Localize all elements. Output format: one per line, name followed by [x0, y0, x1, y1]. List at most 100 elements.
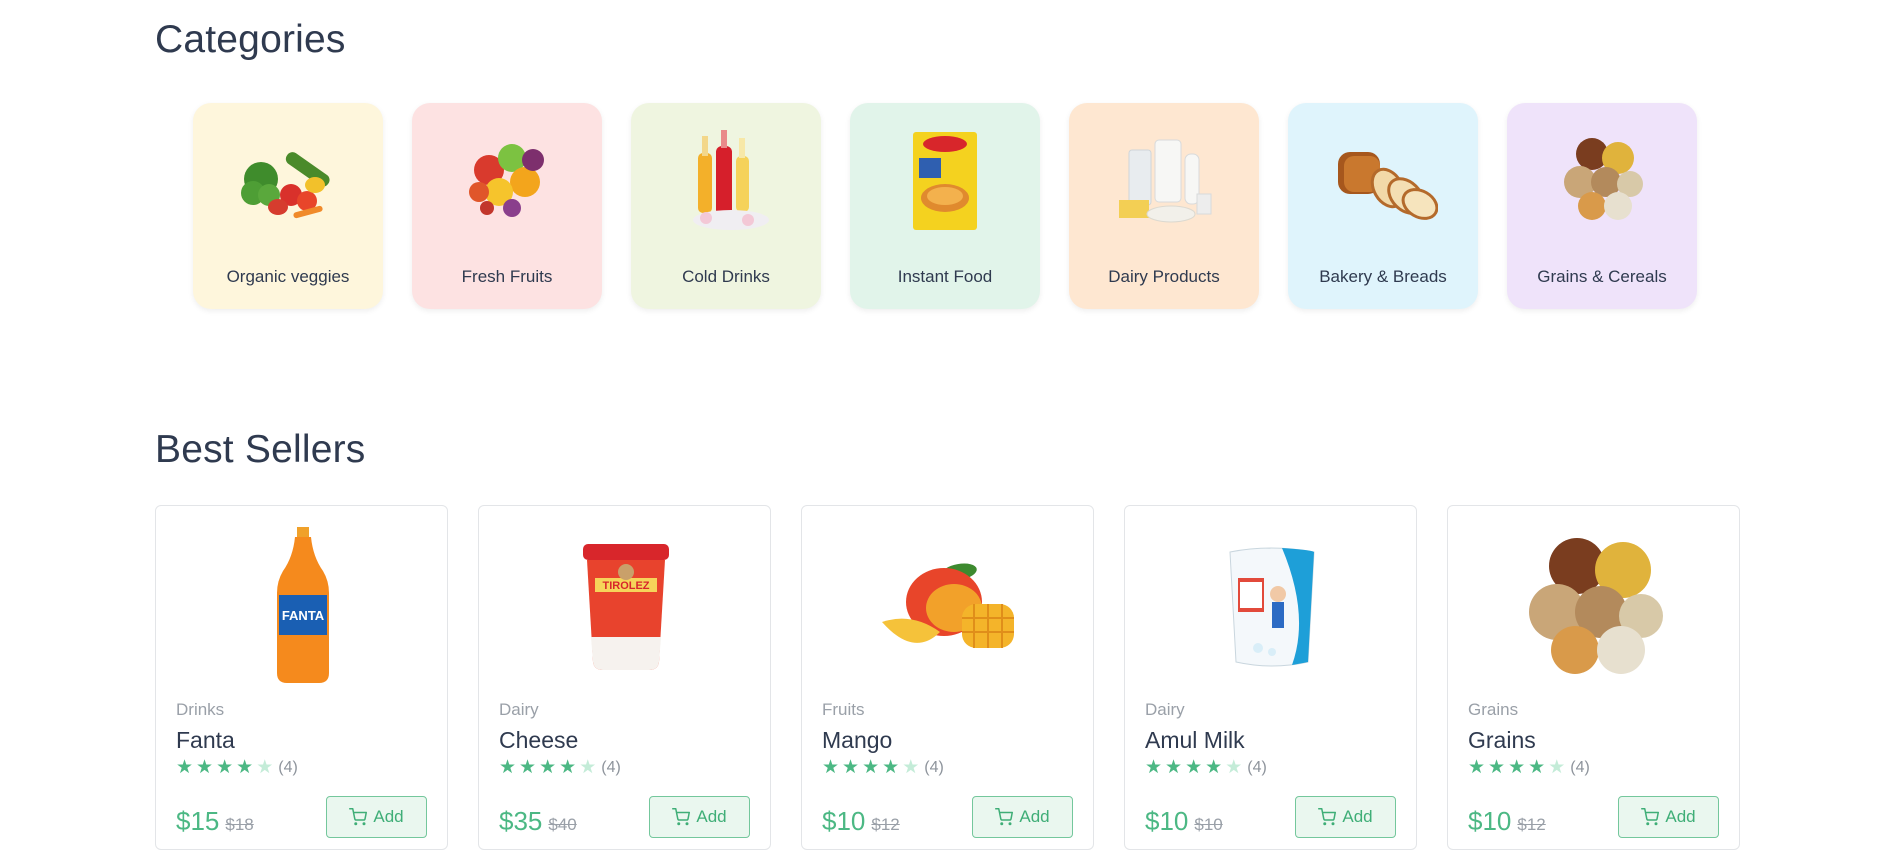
- current-price: $10: [1145, 806, 1189, 836]
- category-card-grains-cereals[interactable]: Grains & Cereals: [1507, 103, 1697, 309]
- category-label: Instant Food: [897, 267, 993, 286]
- product-card-cheese[interactable]: TIROLEZ Dairy Cheese ★ ★ ★ ★ ★ (4) $35 $40 A…: [478, 505, 771, 850]
- product-price: $15 $18: [176, 806, 254, 837]
- star-icon: ★: [842, 757, 860, 778]
- category-card-bakery-breads[interactable]: Bakery & Breads: [1288, 103, 1478, 309]
- category-card-instant-food[interactable]: Instant Food: [850, 103, 1040, 309]
- noodles-icon: [890, 129, 1000, 231]
- product-card-grains[interactable]: Grains Grains ★ ★ ★ ★ ★ (4) $10 $12 Add: [1447, 505, 1740, 850]
- grains-icon: [1547, 129, 1657, 231]
- svg-text:FANTA: FANTA: [281, 608, 324, 623]
- bread-icon: [1328, 129, 1438, 231]
- product-price: $10 $10: [1145, 806, 1223, 837]
- category-card-fresh-fruits[interactable]: Fresh Fruits: [412, 103, 602, 309]
- star-icon: ★: [1165, 757, 1183, 778]
- star-icon: ★: [559, 757, 577, 778]
- star-icon: ★: [1185, 757, 1203, 778]
- star-icon: ★: [1528, 757, 1546, 778]
- add-button-label: Add: [1342, 807, 1373, 826]
- category-card-organic-veggies[interactable]: Organic veggies: [193, 103, 383, 309]
- cart-icon: [672, 808, 691, 826]
- add-to-cart-button[interactable]: Add: [326, 796, 427, 838]
- original-price: $12: [871, 815, 900, 834]
- product-name[interactable]: Cheese: [499, 727, 578, 754]
- add-to-cart-button[interactable]: Add: [972, 796, 1073, 838]
- category-label: Organic veggies: [226, 267, 350, 286]
- product-card-mango[interactable]: Fruits Mango ★ ★ ★ ★ ★ (4) $10 $12 Add: [801, 505, 1094, 850]
- rating-count: (4): [924, 758, 944, 776]
- product-name[interactable]: Grains: [1468, 727, 1536, 754]
- add-button-label: Add: [1665, 807, 1696, 826]
- original-price: $10: [1194, 815, 1223, 834]
- star-icon: ★: [882, 757, 900, 778]
- best-sellers-list: FANTA Drinks Fanta ★ ★ ★ ★ ★ (4) $15 $18 Add: [155, 505, 1740, 850]
- original-price: $40: [548, 815, 577, 834]
- star-icon: ★: [1488, 757, 1506, 778]
- star-icon: ★: [579, 757, 597, 778]
- product-category: Grains: [1468, 700, 1519, 719]
- add-button-label: Add: [373, 807, 404, 826]
- add-to-cart-button[interactable]: Add: [1618, 796, 1719, 838]
- rating-count: (4): [278, 758, 298, 776]
- product-name[interactable]: Fanta: [176, 727, 235, 754]
- cart-icon: [1641, 808, 1660, 826]
- milk-pouch-image: [1190, 522, 1353, 692]
- category-card-dairy-products[interactable]: Dairy Products: [1069, 103, 1259, 309]
- current-price: $10: [1468, 806, 1512, 836]
- add-button-label: Add: [696, 807, 727, 826]
- fruits-icon: [452, 129, 562, 231]
- add-button-label: Add: [1019, 807, 1050, 826]
- category-label: Grains & Cereals: [1537, 267, 1667, 286]
- star-icon: ★: [236, 757, 254, 778]
- star-icon: ★: [256, 757, 274, 778]
- product-category: Dairy: [499, 700, 539, 719]
- rating-count: (4): [601, 758, 621, 776]
- current-price: $35: [499, 806, 543, 836]
- star-icon: ★: [862, 757, 880, 778]
- star-icon: ★: [822, 757, 840, 778]
- rating-count: (4): [1247, 758, 1267, 776]
- original-price: $12: [1517, 815, 1546, 834]
- product-rating: ★ ★ ★ ★ ★ (4): [822, 758, 944, 777]
- add-to-cart-button[interactable]: Add: [649, 796, 750, 838]
- current-price: $10: [822, 806, 866, 836]
- drinks-icon: [671, 129, 781, 231]
- best-sellers-title: Best Sellers: [155, 428, 366, 471]
- category-label: Fresh Fruits: [461, 267, 553, 286]
- cart-icon: [349, 808, 368, 826]
- category-card-cold-drinks[interactable]: Cold Drinks: [631, 103, 821, 309]
- star-icon: ★: [499, 757, 517, 778]
- product-card-amul-milk[interactable]: Dairy Amul Milk ★ ★ ★ ★ ★ (4) $10 $10 Add: [1124, 505, 1417, 850]
- current-price: $15: [176, 806, 220, 836]
- cart-icon: [1318, 808, 1337, 826]
- category-label: Cold Drinks: [682, 267, 770, 286]
- categories-list: Organic veggies Fresh Fruits Cold Drinks: [193, 103, 1697, 309]
- svg-text:TIROLEZ: TIROLEZ: [602, 580, 649, 592]
- cheese-tub-image: TIROLEZ: [544, 522, 707, 692]
- star-icon: ★: [1468, 757, 1486, 778]
- star-icon: ★: [1205, 757, 1223, 778]
- star-icon: ★: [176, 757, 194, 778]
- original-price: $18: [225, 815, 254, 834]
- product-category: Dairy: [1145, 700, 1185, 719]
- product-price: $35 $40: [499, 806, 577, 837]
- product-name[interactable]: Mango: [822, 727, 892, 754]
- dairy-icon: [1109, 129, 1219, 231]
- star-icon: ★: [1508, 757, 1526, 778]
- product-price: $10 $12: [822, 806, 900, 837]
- product-category: Fruits: [822, 700, 865, 719]
- product-card-fanta[interactable]: FANTA Drinks Fanta ★ ★ ★ ★ ★ (4) $15 $18 Add: [155, 505, 448, 850]
- fanta-bottle-image: FANTA: [221, 522, 384, 692]
- star-icon: ★: [519, 757, 537, 778]
- product-name[interactable]: Amul Milk: [1145, 727, 1245, 754]
- vegetables-icon: [233, 129, 343, 231]
- product-category: Drinks: [176, 700, 225, 719]
- mango-image: [867, 522, 1030, 692]
- product-price: $10 $12: [1468, 806, 1546, 837]
- product-rating: ★ ★ ★ ★ ★ (4): [176, 758, 298, 777]
- star-icon: ★: [539, 757, 557, 778]
- add-to-cart-button[interactable]: Add: [1295, 796, 1396, 838]
- category-label: Dairy Products: [1108, 267, 1220, 286]
- star-icon: ★: [902, 757, 920, 778]
- categories-title: Categories: [155, 18, 346, 61]
